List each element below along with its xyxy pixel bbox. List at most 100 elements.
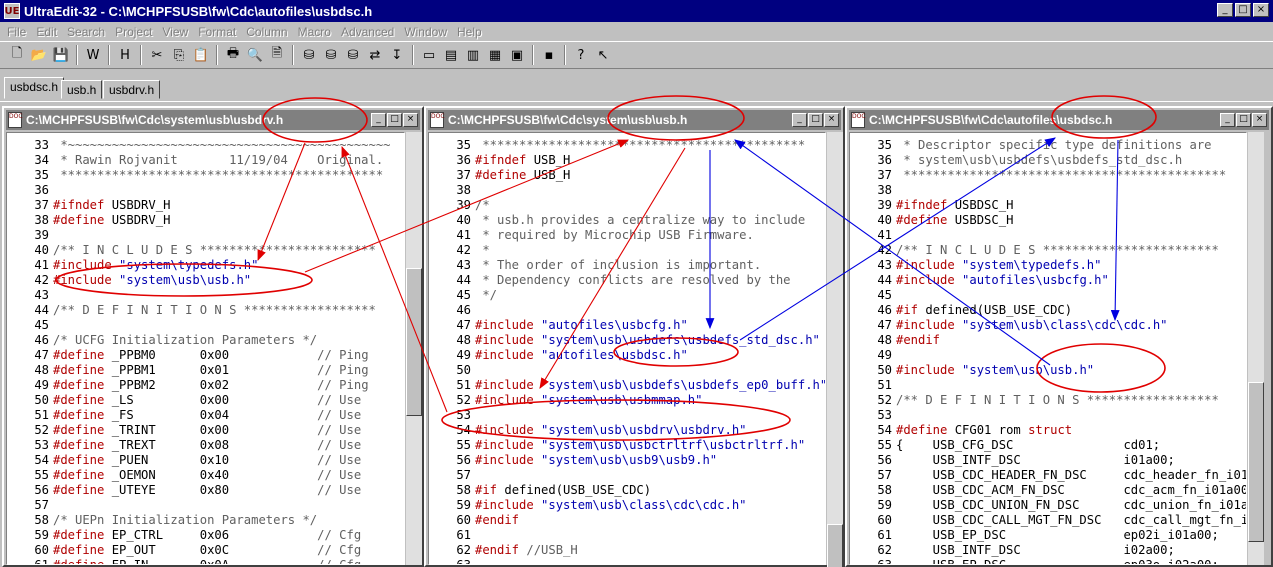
pane-title-bar[interactable]: DOC C:\MCHPFSUSB\fw\Cdc\autofiles\usbdsc… [849, 110, 1269, 130]
tab-usbdsc[interactable]: usbdsc.h [4, 77, 65, 99]
menu-macro[interactable]: Macro [293, 25, 336, 39]
code-line[interactable]: 50 #include "system\usb\usb.h" [850, 363, 1246, 378]
tab-usb[interactable]: usb.h [61, 80, 103, 99]
menu-help[interactable]: Help [452, 25, 487, 39]
replace-icon[interactable]: ⇄ [364, 44, 386, 66]
code-line[interactable]: 40 #define USBDSC_H [850, 213, 1246, 228]
window-icon[interactable]: ▣ [506, 44, 528, 66]
code-line[interactable]: 53 [429, 408, 825, 423]
context-help-icon[interactable]: ↖ [592, 44, 614, 66]
pane-close-button[interactable]: × [824, 113, 839, 127]
tile-v-icon[interactable]: ▥ [462, 44, 484, 66]
find-icon[interactable]: ⛁ [298, 44, 320, 66]
code-line[interactable]: 36 #ifndef USB_H [429, 153, 825, 168]
scrollbar-thumb[interactable] [827, 524, 843, 567]
print-preview-icon[interactable]: 🔍 [244, 44, 266, 66]
code-line[interactable]: 47 #define _PPBM0 0x00 // Ping [7, 348, 404, 363]
find-next-icon[interactable]: ⛁ [320, 44, 342, 66]
new-file-icon[interactable]: 🗋 [6, 44, 28, 66]
code-line[interactable]: 45 [7, 318, 404, 333]
help-icon[interactable]: ? [570, 44, 592, 66]
paste-icon[interactable]: 📋 [190, 44, 212, 66]
code-line[interactable]: 45 [850, 288, 1246, 303]
wrap-icon[interactable]: W [82, 44, 104, 66]
code-line[interactable]: 36 [7, 183, 404, 198]
editor-pane-usbdsc[interactable]: DOC C:\MCHPFSUSB\fw\Cdc\autofiles\usbdsc… [845, 106, 1273, 567]
code-line[interactable]: 47 #include "system\usb\class\cdc\cdc.h" [850, 318, 1246, 333]
vertical-scrollbar[interactable] [826, 132, 843, 567]
pane-title-bar[interactable]: DOC C:\MCHPFSUSB\fw\Cdc\system\usb\usb.h… [428, 110, 841, 130]
code-line[interactable]: 57 [7, 498, 404, 513]
menu-file[interactable]: File [2, 25, 31, 39]
code-line[interactable]: 44 * Dependency conflicts are resolved b… [429, 273, 825, 288]
pane-minimize-button[interactable]: _ [792, 113, 807, 127]
code-line[interactable]: 46 [429, 303, 825, 318]
code-line[interactable]: 36 * system\usb\usbdefs\usbdefs_std_dsc.… [850, 153, 1246, 168]
copy-icon[interactable]: ⎘ [168, 44, 190, 66]
code-line[interactable]: 58 /* UEPn Initialization Parameters */ [7, 513, 404, 528]
code-line[interactable]: 49 [850, 348, 1246, 363]
code-line[interactable]: 63 USB_EP_DSC ep03o_i02a00; [850, 558, 1246, 564]
code-line[interactable]: 48 #endif [850, 333, 1246, 348]
code-line[interactable]: 45 */ [429, 288, 825, 303]
code-line[interactable]: 57 [429, 468, 825, 483]
code-line[interactable]: 38 [429, 183, 825, 198]
code-line[interactable]: 49 #define _PPBM2 0x02 // Ping [7, 378, 404, 393]
code-line[interactable]: 49 #include "autofiles\usbdsc.h" [429, 348, 825, 363]
code-line[interactable]: 38 [850, 183, 1246, 198]
code-line[interactable]: 48 #include "system\usb\usbdefs\usbdefs_s… [429, 333, 825, 348]
code-line[interactable]: 60 USB_CDC_CALL_MGT_FN_DSC cdc_call_mgt_… [850, 513, 1246, 528]
code-line[interactable]: 37 #define USB_H [429, 168, 825, 183]
close-button[interactable]: × [1253, 3, 1269, 17]
editor-pane-usb[interactable]: DOC C:\MCHPFSUSB\fw\Cdc\system\usb\usb.h… [424, 106, 845, 567]
pane-maximize-button[interactable]: □ [1236, 113, 1251, 127]
code-line[interactable]: 60 #define EP_OUT 0x0C // Cfg [7, 543, 404, 558]
code-line[interactable]: 52 #define _TRINT 0x00 // Use [7, 423, 404, 438]
code-line[interactable]: 53 #define _TREXT 0x08 // Use [7, 438, 404, 453]
code-line[interactable]: 39 /* [429, 198, 825, 213]
open-folder-icon[interactable]: 📂 [28, 44, 50, 66]
code-line[interactable]: 54 #define CFG01 rom struct [850, 423, 1246, 438]
code-line[interactable]: 51 #define _FS 0x04 // Use [7, 408, 404, 423]
menu-project[interactable]: Project [110, 25, 157, 39]
code-line[interactable]: 55 #include "system\usb\usbctrltrf\usbctr… [429, 438, 825, 453]
code-line[interactable]: 51 #include "system\usb\usbdefs\usbdefs_e… [429, 378, 825, 393]
code-line[interactable]: 35 *************************************… [7, 168, 404, 183]
browser-icon[interactable]: ▪ [538, 44, 560, 66]
code-line[interactable]: 34 * Rawin Rojvanit 11/19/04 Original. [7, 153, 404, 168]
print-setup-icon[interactable]: 🗎 [266, 44, 288, 66]
code-line[interactable]: 59 USB_CDC_UNION_FN_DSC cdc_union_fn_i01… [850, 498, 1246, 513]
code-editor[interactable]: 35 *************************************… [428, 132, 826, 565]
cut-icon[interactable]: ✂ [146, 44, 168, 66]
code-line[interactable]: 47 #include "autofiles\usbcfg.h" [429, 318, 825, 333]
code-line[interactable]: 53 [850, 408, 1246, 423]
code-line[interactable]: 60 #endif [429, 513, 825, 528]
tab-usbdrv[interactable]: usbdrv.h [103, 80, 161, 99]
code-line[interactable]: 40 * usb.h provides a centralize way to … [429, 213, 825, 228]
vertical-scrollbar[interactable] [405, 132, 422, 565]
code-line[interactable]: 59 #define EP_CTRL 0x06 // Cfg [7, 528, 404, 543]
goto-icon[interactable]: ↧ [386, 44, 408, 66]
code-line[interactable]: 35 * Descriptor specific type definition… [850, 138, 1246, 153]
code-line[interactable]: 42 #include "system\usb\usb.h" [7, 273, 404, 288]
code-line[interactable]: 39 [7, 228, 404, 243]
menu-view[interactable]: View [157, 25, 193, 39]
pane-minimize-button[interactable]: _ [371, 113, 386, 127]
code-line[interactable]: 59 #include "system\usb\class\cdc\cdc.h" [429, 498, 825, 513]
code-line[interactable]: 44 #include "autofiles\usbcfg.h" [850, 273, 1246, 288]
menu-window[interactable]: Window [399, 25, 452, 39]
menu-column[interactable]: Column [241, 25, 292, 39]
code-line[interactable]: 41 * required by Microchip USB Firmware. [429, 228, 825, 243]
code-line[interactable]: 58 #if defined(USB_USE_CDC) [429, 483, 825, 498]
code-line[interactable]: 42 /** I N C L U D E S ******************… [850, 243, 1246, 258]
vertical-scrollbar[interactable] [1247, 132, 1264, 565]
code-line[interactable]: 38 #define USBDRV_H [7, 213, 404, 228]
cascade-icon[interactable]: ▭ [418, 44, 440, 66]
code-line[interactable]: 50 #define _LS 0x00 // Use [7, 393, 404, 408]
print-icon[interactable]: 🖶 [222, 44, 244, 66]
code-line[interactable]: 46 /* UCFG Initialization Parameters */ [7, 333, 404, 348]
code-line[interactable]: 56 #define _UTEYE 0x80 // Use [7, 483, 404, 498]
pane-maximize-button[interactable]: □ [808, 113, 823, 127]
code-line[interactable]: 54 #include "system\usb\usbdrv\usbdrv.h" [429, 423, 825, 438]
code-editor[interactable]: 33 *~~~~~~~~~~~~~~~~~~~~~~~~~~~~~~~~~~~~… [6, 132, 405, 565]
